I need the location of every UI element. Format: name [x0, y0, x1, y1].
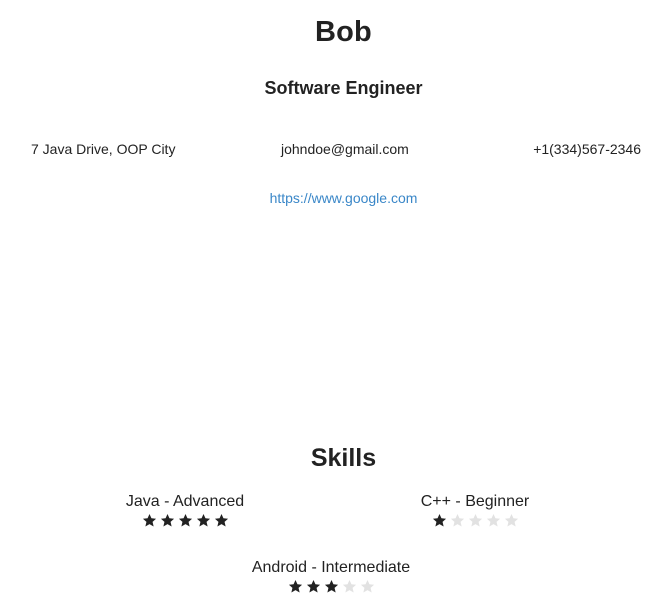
star-empty-icon: [450, 513, 464, 527]
skill-item-cpp: C++ - Beginner: [365, 493, 585, 528]
skill-rating: [75, 513, 295, 528]
star-filled-icon: [142, 513, 156, 527]
skills-heading: Skills: [310, 444, 377, 472]
star-filled-icon: [288, 579, 302, 593]
star-filled-icon: [178, 513, 192, 527]
skill-rating: [221, 579, 441, 594]
skill-label: C++ - Beginner: [420, 493, 530, 510]
star-filled-icon: [432, 513, 446, 527]
star-filled-icon: [196, 513, 210, 527]
email-text: johndoe@gmail.com: [281, 141, 409, 157]
skill-rating: [365, 513, 585, 528]
star-empty-icon: [468, 513, 482, 527]
star-filled-icon: [324, 579, 338, 593]
skill-label: Java - Advanced: [125, 493, 245, 510]
star-filled-icon: [214, 513, 228, 527]
star-empty-icon: [342, 579, 356, 593]
star-filled-icon: [160, 513, 174, 527]
star-empty-icon: [504, 513, 518, 527]
skill-label: Android - Intermediate: [251, 559, 411, 576]
star-empty-icon: [486, 513, 500, 527]
star-filled-icon: [306, 579, 320, 593]
job-title: Software Engineer: [264, 78, 423, 98]
star-empty-icon: [360, 579, 374, 593]
website-link[interactable]: https://www.google.com: [0, 190, 667, 206]
address-text: 7 Java Drive, OOP City: [31, 141, 176, 157]
skill-item-android: Android - Intermediate: [221, 559, 441, 594]
phone-text: +1(334)567-2346: [533, 141, 641, 157]
person-name: Bob: [315, 16, 372, 48]
skill-item-java: Java - Advanced: [75, 493, 295, 528]
